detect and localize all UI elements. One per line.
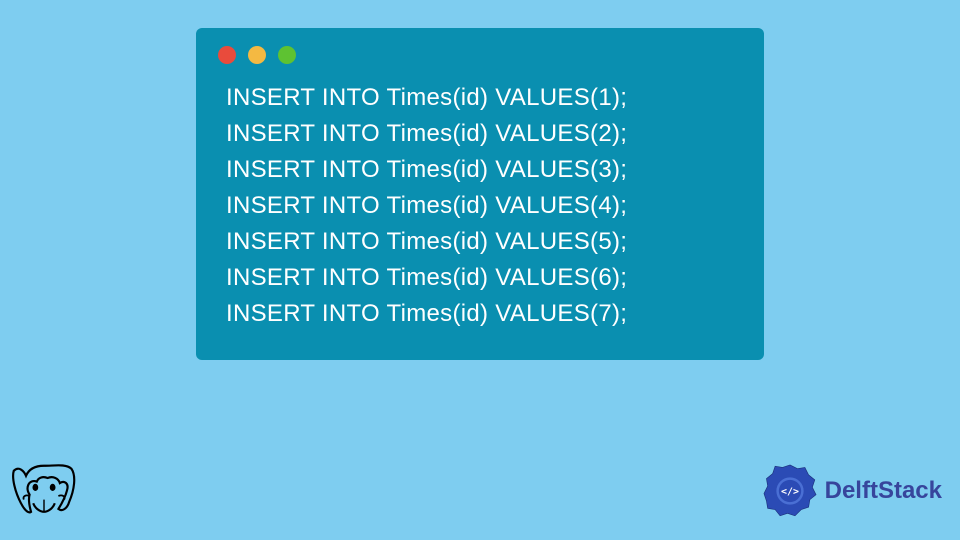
delftstack-icon: </> bbox=[759, 460, 821, 522]
maximize-icon bbox=[278, 46, 296, 64]
code-line: INSERT INTO Times(id) VALUES(1); bbox=[226, 80, 742, 116]
svg-text:</>: </> bbox=[781, 487, 799, 498]
minimize-icon bbox=[248, 46, 266, 64]
postgresql-logo-icon bbox=[8, 460, 80, 532]
code-line: INSERT INTO Times(id) VALUES(2); bbox=[226, 116, 742, 152]
code-line: INSERT INTO Times(id) VALUES(6); bbox=[226, 260, 742, 296]
code-line: INSERT INTO Times(id) VALUES(4); bbox=[226, 188, 742, 224]
code-content: INSERT INTO Times(id) VALUES(1); INSERT … bbox=[218, 80, 742, 332]
delftstack-logo: </> DelftStack bbox=[759, 460, 942, 522]
code-line: INSERT INTO Times(id) VALUES(3); bbox=[226, 152, 742, 188]
code-window: INSERT INTO Times(id) VALUES(1); INSERT … bbox=[196, 28, 764, 360]
delftstack-label: DelftStack bbox=[825, 477, 942, 505]
code-line: INSERT INTO Times(id) VALUES(7); bbox=[226, 296, 742, 332]
close-icon bbox=[218, 46, 236, 64]
window-controls bbox=[218, 46, 742, 64]
code-line: INSERT INTO Times(id) VALUES(5); bbox=[226, 224, 742, 260]
